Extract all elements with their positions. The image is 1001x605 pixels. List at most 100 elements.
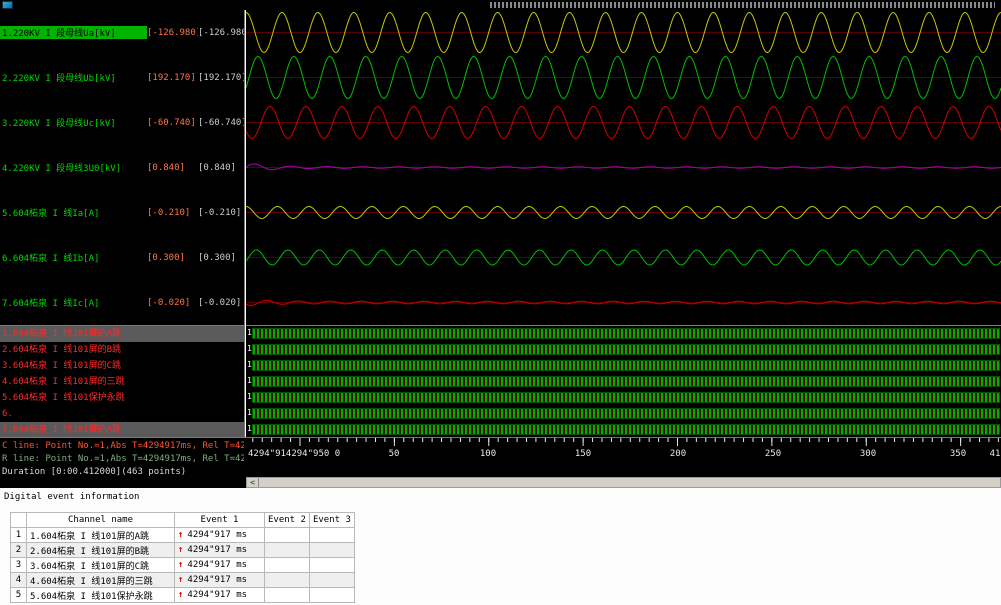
r-cursor-status: R line: Point No.=1,Abs T=4294917ms, Rel… xyxy=(2,453,244,466)
event-row[interactable]: 44.604柘泉 I 线101屏的三跳↑4294"917 ms xyxy=(11,573,355,588)
waveform-trace xyxy=(246,164,1001,170)
digital-bar-row[interactable]: 1 xyxy=(246,374,1001,390)
cursor-r-value: [192.170] xyxy=(198,73,244,83)
time-axis-label: 50 xyxy=(389,449,400,459)
digital-bar-row[interactable]: 1 xyxy=(246,358,1001,374)
digital-channel-row[interactable]: 4.604柘泉 I 线101屏的三跳 xyxy=(0,374,244,390)
waveform-canvas[interactable] xyxy=(246,10,1001,325)
event1-cell: ↑ 4294"917 ms xyxy=(175,528,265,543)
digital-bar-row[interactable]: 1 xyxy=(246,342,1001,358)
rise-edge-icon: ↑ xyxy=(178,545,183,555)
digital-channel-row[interactable]: 2.604柘泉 I 线101屏的B跳 xyxy=(0,342,244,358)
event3-cell xyxy=(309,573,354,588)
event1-time: 4294"917 ms xyxy=(187,545,247,555)
event-row-number: 2 xyxy=(11,543,27,558)
digital-bar-row[interactable]: 1 xyxy=(246,422,1001,437)
event2-cell xyxy=(265,558,310,573)
event1-time: 4294"917 ms xyxy=(187,530,247,540)
event-table-header-row: Channel nameEvent 1Event 2Event 3 xyxy=(11,513,355,528)
digital-state-label: 1 xyxy=(247,344,252,354)
digital-state-label: 1 xyxy=(247,392,252,402)
digital-bar-row[interactable]: 1 xyxy=(246,390,1001,406)
event-channel-name: 5.604柘泉 I 线101保护永跳 xyxy=(27,588,175,603)
scroll-left-arrow-icon[interactable]: < xyxy=(247,478,259,487)
rise-edge-icon: ↑ xyxy=(178,530,183,540)
analog-channel-row[interactable]: 1.220KV I 段母线Ua[kV][-126.980][-126.980] xyxy=(0,10,244,55)
digital-state-label: 1 xyxy=(247,424,252,434)
digital-channel-row[interactable]: 1.604柘泉 I 线101屏的A跳 xyxy=(0,326,244,342)
time-axis-label: 150 xyxy=(575,449,591,459)
cursor-c-value: [-126.980] xyxy=(147,28,198,38)
cursor-r-value: [0.300] xyxy=(198,253,244,263)
event-table-header-cell xyxy=(11,513,27,528)
time-axis-label: 200 xyxy=(670,449,686,459)
app-icon[interactable] xyxy=(2,1,13,9)
digital-channel-row[interactable]: 5.604柘泉 I 线101保护永跳 xyxy=(0,390,244,406)
event3-cell xyxy=(309,558,354,573)
digital-state-bar xyxy=(252,392,1000,403)
c-cursor-status: C line: Point No.=1,Abs T=4294917ms, Rel… xyxy=(2,440,244,453)
analog-channel-row[interactable]: 6.604柘泉 I 线Ib[A][0.300][0.300] xyxy=(0,235,244,280)
channel-name: 1.220KV I 段母线Ua[kV] xyxy=(0,26,147,39)
event-row-number: 5 xyxy=(11,588,27,603)
cursor-time-labels: 4294"914294"950 0 xyxy=(248,449,340,459)
digital-state-bar xyxy=(252,344,1000,355)
digital-state-label: 1 xyxy=(247,376,252,386)
event3-cell xyxy=(309,588,354,603)
event-row-number: 4 xyxy=(11,573,27,588)
analog-channel-row[interactable]: 2.220KV I 段母线Ub[kV][192.170][192.170] xyxy=(0,55,244,100)
cursor-c-value: [-0.020] xyxy=(147,298,198,308)
cursor-r-value: [-0.020] xyxy=(198,298,244,308)
event1-time: 4294"917 ms xyxy=(187,575,247,585)
channel-name: 2.220KV I 段母线Ub[kV] xyxy=(0,71,147,84)
digital-state-bar xyxy=(252,360,1000,371)
event-row[interactable]: 33.604柘泉 I 线101屏的C跳↑4294"917 ms xyxy=(11,558,355,573)
cursor-status-panel: C line: Point No.=1,Abs T=4294917ms, Rel… xyxy=(0,437,246,488)
cursor-c-value: [0.840] xyxy=(147,163,198,173)
analog-channel-list: 1.220KV I 段母线Ua[kV][-126.980][-126.980]2… xyxy=(0,10,245,325)
analog-channel-row[interactable]: 4.220KV I 段母线3U0[kV][0.840][0.840] xyxy=(0,145,244,190)
channel-name: 3.220KV I 段母线Uc[kV] xyxy=(0,116,147,129)
cursor-c-value: [192.170] xyxy=(147,73,198,83)
event-row[interactable]: 11.604柘泉 I 线101屏的A跳↑4294"917 ms xyxy=(11,528,355,543)
event-table-header-cell: Channel name xyxy=(27,513,175,528)
analog-channel-row[interactable]: 5.604柘泉 I 线Ia[A][-0.210][-0.210] xyxy=(0,190,244,235)
time-axis-label: 100 xyxy=(480,449,496,459)
event-row-number: 1 xyxy=(11,528,27,543)
event-table-header-cell: Event 2 xyxy=(265,513,310,528)
digital-channel-row[interactable]: 6. xyxy=(0,406,244,422)
event1-cell: ↑4294"917 ms xyxy=(175,588,265,603)
event-row-number: 3 xyxy=(11,558,27,573)
title-strip xyxy=(0,0,1001,10)
horizontal-scrollbar[interactable]: < xyxy=(246,477,1001,488)
channel-name: 4.220KV I 段母线3U0[kV] xyxy=(0,161,147,174)
time-axis: 4294"914294"950 0 5010015020025030035041 xyxy=(246,437,1001,477)
window-title-text xyxy=(490,2,995,8)
digital-bar-row[interactable]: 1 xyxy=(246,326,1001,342)
cursor-c-value: [0.300] xyxy=(147,253,198,263)
cursor-r-value: [-60.740] xyxy=(198,118,244,128)
digital-state-bar xyxy=(252,408,1000,419)
cursor-r-value: [-0.210] xyxy=(198,208,244,218)
cursor-r-value: [0.840] xyxy=(198,163,244,173)
channel-name: 7.604柘泉 I 线Ic[A] xyxy=(0,296,147,309)
analog-channel-row[interactable]: 7.604柘泉 I 线Ic[A][-0.020][-0.020] xyxy=(0,280,244,325)
event-row[interactable]: 22.604柘泉 I 线101屏的B跳↑4294"917 ms xyxy=(11,543,355,558)
digital-channel-row[interactable]: 7.604柘泉 I 线101屏的A跳 xyxy=(0,422,244,437)
duration-status: Duration [0:00.412000](463 points) xyxy=(2,466,244,479)
event-table: Channel nameEvent 1Event 2Event 3 11.604… xyxy=(10,512,355,603)
event2-cell xyxy=(265,588,310,603)
digital-bar-row[interactable]: 1 xyxy=(246,406,1001,422)
rise-edge-icon: ↑ xyxy=(178,575,183,585)
cursor-r-value: [-126.980] xyxy=(198,28,244,38)
digital-channel-list: 1.604柘泉 I 线101屏的A跳2.604柘泉 I 线101屏的B跳3.60… xyxy=(0,325,245,437)
rise-edge-icon: ↑ xyxy=(178,590,183,600)
event-row[interactable]: 55.604柘泉 I 线101保护永跳↑4294"917 ms xyxy=(11,588,355,603)
analog-channel-row[interactable]: 3.220KV I 段母线Uc[kV][-60.740][-60.740] xyxy=(0,100,244,145)
digital-channel-row[interactable]: 3.604柘泉 I 线101屏的C跳 xyxy=(0,358,244,374)
fault-recorder-window: 1.220KV I 段母线Ua[kV][-126.980][-126.980]2… xyxy=(0,0,1001,605)
event-table-body: 11.604柘泉 I 线101屏的A跳↑4294"917 ms22.604柘泉 … xyxy=(11,528,355,603)
time-axis-label: 300 xyxy=(860,449,876,459)
event1-time: 4294"917 ms xyxy=(187,560,247,570)
event3-cell xyxy=(309,528,354,543)
